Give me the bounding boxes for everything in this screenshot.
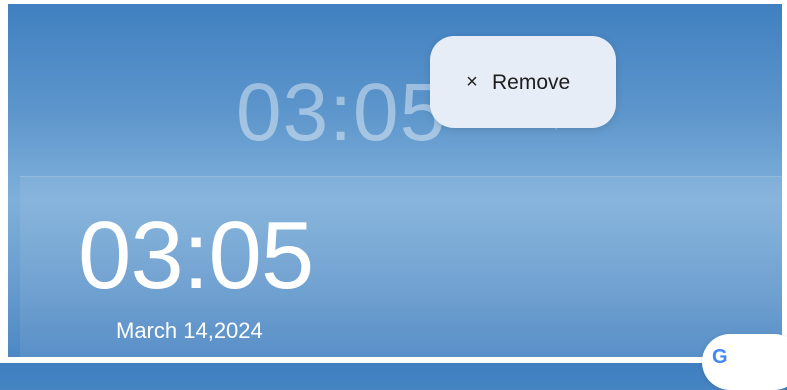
clock-widget-time[interactable]: 03:05 bbox=[78, 208, 314, 304]
screen-edge-left bbox=[0, 0, 8, 363]
clock-widget-date: March 14,2024 bbox=[116, 318, 263, 343]
remove-widget-button[interactable]: × Remove bbox=[430, 36, 616, 128]
google-icon: G bbox=[712, 346, 728, 368]
google-search-bar[interactable]: G bbox=[702, 334, 787, 390]
screen-edge-top bbox=[0, 0, 787, 4]
remove-label: Remove bbox=[492, 71, 571, 94]
dragged-clock-widget-time[interactable]: 03:05 bbox=[236, 72, 446, 154]
close-icon: × bbox=[466, 71, 478, 93]
